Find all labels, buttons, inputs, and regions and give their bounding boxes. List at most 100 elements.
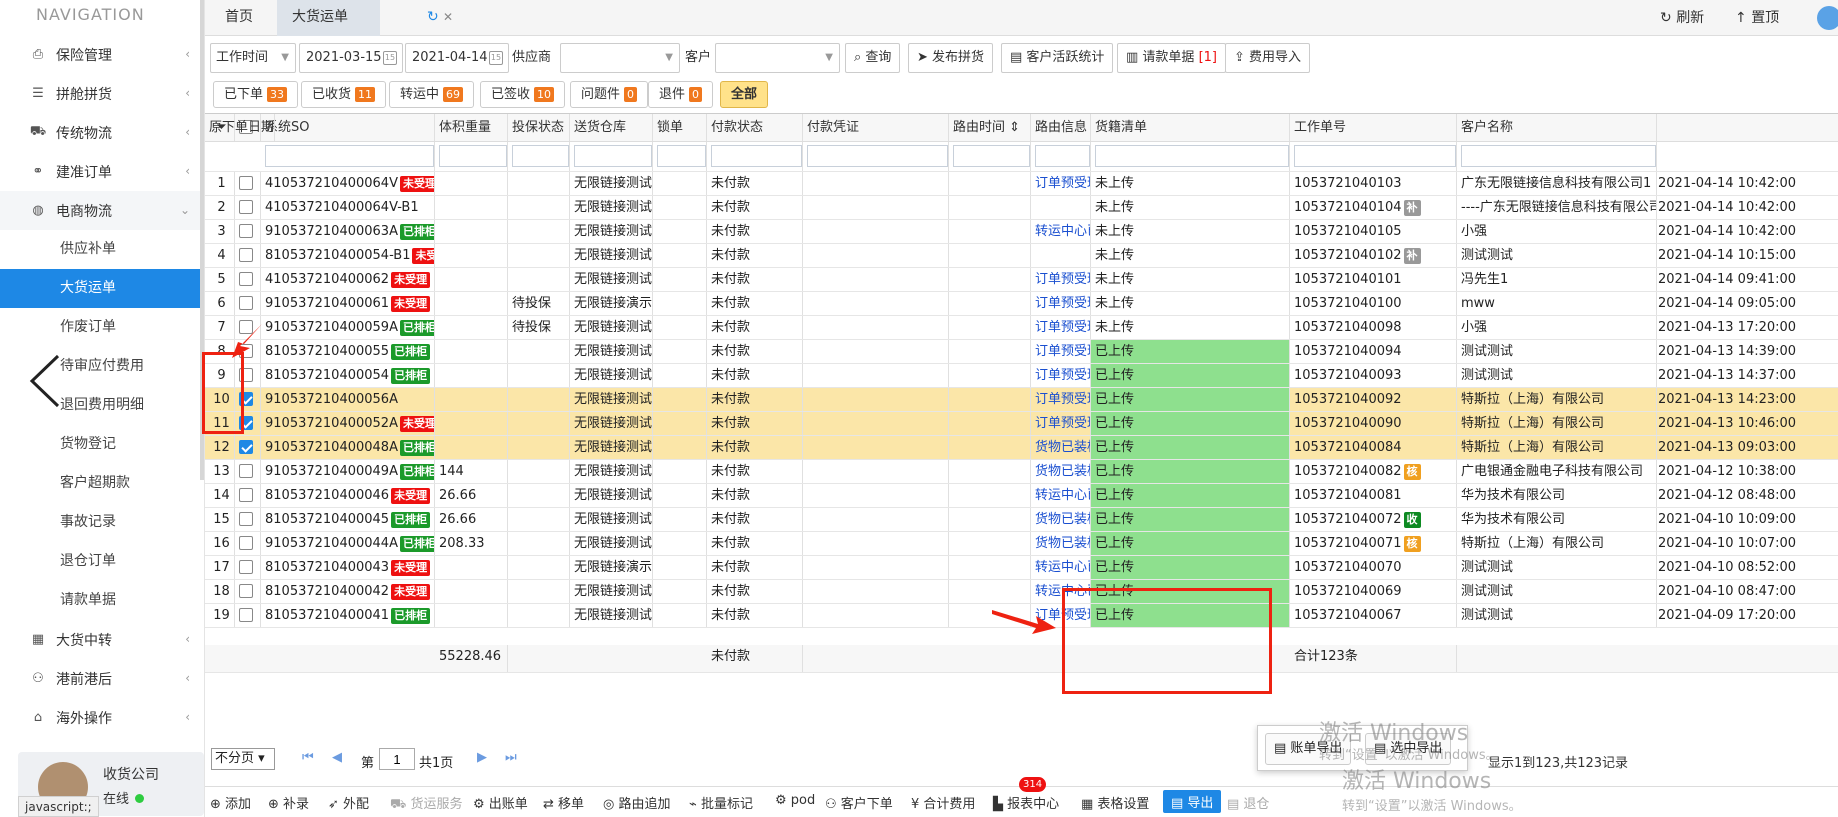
- row-checkbox[interactable]: [235, 364, 261, 387]
- so-cell[interactable]: 910537210400059A 已排柜: [261, 316, 435, 339]
- table-row[interactable]: 12 910537210400048A已排柜 无限链接测试仓库🔓 未付款 货物已装柜已上…: [205, 436, 1838, 460]
- column-filter-input[interactable]: [1095, 145, 1289, 167]
- so-cell[interactable]: 410537210400064V 未受理: [261, 172, 435, 195]
- table-row[interactable]: 17 810537210400043未受理 无限链接演示仓库🔓 未付款 转运中心已收货已…: [205, 556, 1838, 580]
- so-cell[interactable]: 910537210400063A 已排柜: [261, 220, 435, 243]
- so-cell[interactable]: 810537210400041 已排柜: [261, 604, 435, 627]
- sidebar-item-insurance[interactable]: ⎙ 保险管理 ‹: [0, 35, 204, 74]
- fee-import-button[interactable]: ⇪ 费用导入: [1225, 43, 1311, 73]
- route-info-link[interactable]: [1031, 196, 1091, 219]
- table-row[interactable]: 1 410537210400064V未受理 无限链接测试仓库🔓 未付款 订单预受理未上传…: [205, 172, 1838, 196]
- sidebar-sub-item[interactable]: 客户超期款: [0, 464, 204, 503]
- column-header[interactable]: 付款状态: [707, 114, 803, 141]
- checkbox-box[interactable]: [239, 487, 253, 502]
- column-header[interactable]: 付款凭证: [803, 114, 949, 141]
- column-header[interactable]: 送货仓库: [570, 114, 653, 141]
- checkbox-box[interactable]: [239, 223, 253, 238]
- row-checkbox[interactable]: [235, 556, 261, 579]
- pod-button[interactable]: ⚙ pod: [775, 793, 815, 808]
- checkbox-box[interactable]: [239, 583, 253, 598]
- refresh-icon[interactable]: ↻: [427, 0, 439, 34]
- row-checkbox[interactable]: [235, 484, 261, 507]
- checkbox-box[interactable]: [239, 175, 253, 190]
- row-checkbox[interactable]: [235, 268, 261, 291]
- sidebar-item-overseas[interactable]: ⌂ 海外操作 ‹: [0, 698, 204, 737]
- route-info-link[interactable]: 货物已装柜: [1031, 508, 1091, 531]
- pin-top-button[interactable]: ↑ 置顶: [1735, 5, 1779, 31]
- row-checkbox[interactable]: [235, 172, 261, 195]
- route-info-link[interactable]: 货物已装柜: [1031, 436, 1091, 459]
- sidebar-item-ecommerce[interactable]: ◍ 电商物流 ⌄: [0, 191, 204, 230]
- route-info-link[interactable]: 订单预受理: [1031, 388, 1091, 411]
- table-row[interactable]: 3 910537210400063A已排柜 无限链接测试仓库🔓 未付款 转运中心已收货未…: [205, 220, 1838, 244]
- table-row[interactable]: 16 910537210400044A已排柜208.33 无限链接测试仓库🔓 未付款 货…: [205, 532, 1838, 556]
- column-header[interactable]: 客户名称: [1457, 114, 1657, 141]
- prev-page-icon[interactable]: ◀: [332, 750, 342, 765]
- so-cell[interactable]: 910537210400048A 已排柜: [261, 436, 435, 459]
- so-cell[interactable]: 910537210400061 未受理: [261, 292, 435, 315]
- column-filter-input[interactable]: [574, 145, 652, 167]
- page-mode-select[interactable]: 不分页 ▾: [211, 748, 275, 770]
- collapse-arrow-icon[interactable]: [28, 352, 62, 410]
- sidebar-sub-item[interactable]: 供应补单: [0, 230, 204, 269]
- so-cell[interactable]: 410537210400062 未受理: [261, 268, 435, 291]
- table-row[interactable]: 14 810537210400046未受理26.66 无限链接测试仓库🔓 未付款 转运中…: [205, 484, 1838, 508]
- next-page-icon[interactable]: ▶: [477, 750, 487, 765]
- route-info-link[interactable]: 订单预受理: [1031, 268, 1091, 291]
- column-filter-input[interactable]: [807, 145, 948, 167]
- so-cell[interactable]: 810537210400042 未受理: [261, 580, 435, 603]
- route-info-link[interactable]: 订单预受理 SC: [1031, 340, 1091, 363]
- column-filter-input[interactable]: [512, 145, 569, 167]
- warehouse-service-button[interactable]: ⛟ 货运服务: [390, 793, 463, 814]
- route-add-button[interactable]: ◎ 路由追加: [603, 793, 671, 812]
- table-row[interactable]: 13 910537210400049A已排柜144 无限链接测试仓库🔓 未付款 货物已装…: [205, 460, 1838, 484]
- checkbox-box[interactable]: [239, 367, 253, 382]
- route-info-link[interactable]: 货物已装柜: [1031, 532, 1091, 555]
- checkbox-box[interactable]: [239, 463, 253, 478]
- table-row[interactable]: 11 910537210400052A未受理 无限链接测试仓库🔓 未付款 订单预受理已上…: [205, 412, 1838, 436]
- publish-button[interactable]: ➤ 发布拼货: [908, 43, 994, 73]
- table-row[interactable]: 2410537210400064V-B1无限链接测试仓库🔓未付款未上传10537…: [205, 196, 1838, 220]
- checkbox-box[interactable]: [239, 511, 253, 526]
- first-page-icon[interactable]: ⏮: [302, 750, 314, 765]
- supplier-select[interactable]: ▼: [560, 43, 680, 73]
- row-checkbox[interactable]: [235, 388, 261, 411]
- route-info-link[interactable]: 订单预受理 SC: [1031, 364, 1091, 387]
- route-info-link[interactable]: [1031, 244, 1091, 267]
- sidebar-sub-item[interactable]: 作废订单: [0, 308, 204, 347]
- total-fee-button[interactable]: ¥ 合计费用: [911, 793, 975, 812]
- checkbox-box[interactable]: [239, 535, 253, 550]
- column-header[interactable]: 工作单号: [1290, 114, 1457, 141]
- column-filter-input[interactable]: [1035, 145, 1090, 167]
- column-header[interactable]: 体积重量: [435, 114, 508, 141]
- customer-select[interactable]: ▼: [715, 43, 840, 73]
- sidebar-sub-item[interactable]: 请款单据: [0, 581, 204, 620]
- route-info-link[interactable]: 订单预受理: [1031, 412, 1091, 435]
- sidebar-item-traditional[interactable]: ⛟ 传统物流 ‹: [0, 113, 204, 152]
- row-checkbox[interactable]: [235, 412, 261, 435]
- so-cell[interactable]: 810537210400046 未受理: [261, 484, 435, 507]
- time-type-select[interactable]: 工作时间 ▼: [210, 43, 296, 73]
- checkbox-box[interactable]: [239, 415, 253, 430]
- status-filter-button[interactable]: 问题件 0: [570, 81, 649, 108]
- sidebar-sub-item[interactable]: 大货运单: [0, 269, 204, 308]
- table-row[interactable]: 8810537210400055已排柜无限链接测试仓库🔓未付款订单预受理 SC已…: [205, 340, 1838, 364]
- date-from-input[interactable]: 2021-03-15 15: [299, 43, 403, 73]
- tab-bulk-waybill[interactable]: 大货运单 ↻ ✕: [277, 0, 453, 36]
- route-info-link[interactable]: 转运中心已收货: [1031, 484, 1091, 507]
- checkbox-box[interactable]: [239, 199, 253, 214]
- sidebar-sub-item[interactable]: 事故记录: [0, 503, 204, 542]
- row-checkbox[interactable]: [235, 460, 261, 483]
- sidebar-item-transfer[interactable]: ▦ 大货中转 ‹: [0, 620, 204, 659]
- checkbox-box[interactable]: [239, 391, 253, 406]
- column-filter-input[interactable]: [657, 145, 706, 167]
- checkbox-box[interactable]: [239, 247, 253, 262]
- query-button[interactable]: ⌕ 查询: [845, 43, 901, 73]
- row-checkbox[interactable]: [235, 580, 261, 603]
- sidebar-item-consolidation[interactable]: ☰ 拼舱拼货 ‹: [0, 74, 204, 113]
- date-to-input[interactable]: 2021-04-14 15: [405, 43, 509, 73]
- row-checkbox[interactable]: [235, 244, 261, 267]
- outsource-button[interactable]: ➶ 外配: [328, 793, 369, 812]
- column-filter-input[interactable]: [265, 145, 434, 167]
- row-checkbox[interactable]: [235, 292, 261, 315]
